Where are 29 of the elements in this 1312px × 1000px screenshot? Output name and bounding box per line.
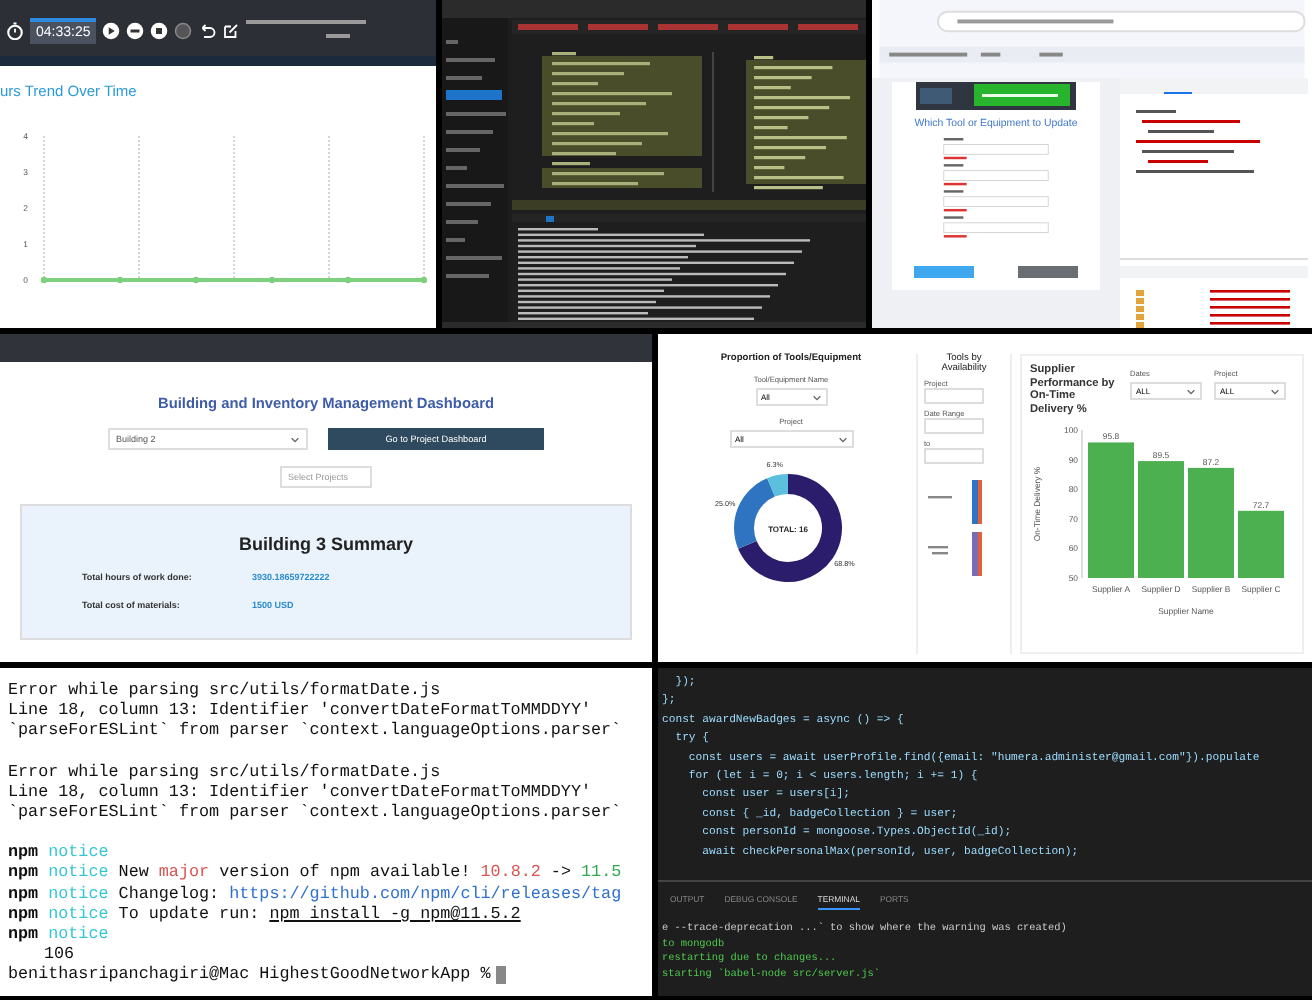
stopwatch-icon[interactable] (6, 21, 24, 39)
terminal-line: npm notice (8, 842, 111, 863)
chevron-down-icon (811, 393, 821, 401)
terminal-line: `parseForESLint` from parser `context.languageOptions.parser` (8, 802, 624, 823)
terminal-line: npm notice To update run: npm install -g npm@11.5.2 (8, 903, 523, 925)
chevron-down-icon (1186, 387, 1196, 395)
blurred-notice-drawing (246, 16, 367, 44)
end-date-field[interactable] (924, 448, 984, 464)
terminal-line: 106 (42, 944, 77, 965)
chevron-down-icon (837, 435, 847, 443)
terminal-line: npm notice New major version of npm available! 10.8.2 -> 11.5 (8, 862, 624, 884)
terminal-line: Error while parsing src/utils/formatDate.js (8, 761, 443, 782)
summary-title: Building 3 Summary (238, 534, 414, 554)
terminal-line: `parseForESLint` from parser `context.languageOptions.parser` (8, 720, 624, 742)
start-date-field[interactable] (924, 418, 984, 434)
record-icon[interactable] (174, 21, 193, 39)
terminal-line: npm notice (8, 924, 111, 945)
terminal-line: Line 18, column 13: Identifier 'convertDateFormatToMMDDYY' (8, 781, 593, 803)
terminal-line: npm notice Changelog: https://github.com/npm/cli/releases/tag (8, 883, 624, 904)
play-icon[interactable] (102, 21, 121, 39)
chevron-down-icon (1270, 387, 1280, 395)
stop-icon[interactable] (150, 21, 169, 39)
chevron-down-icon (290, 435, 300, 443)
shell-prompt: benithasripanchagiri@Mac HighestGoodNetworkApp % (8, 964, 491, 986)
terminal-line: Line 18, column 13: Identifier 'convertDateFormatToMMDDYY' (8, 700, 593, 721)
text-cursor (496, 966, 507, 985)
edit-icon[interactable] (222, 21, 241, 39)
terminal-line: Error while parsing src/utils/formatDate.js (8, 680, 443, 701)
undo-icon[interactable] (198, 21, 217, 39)
